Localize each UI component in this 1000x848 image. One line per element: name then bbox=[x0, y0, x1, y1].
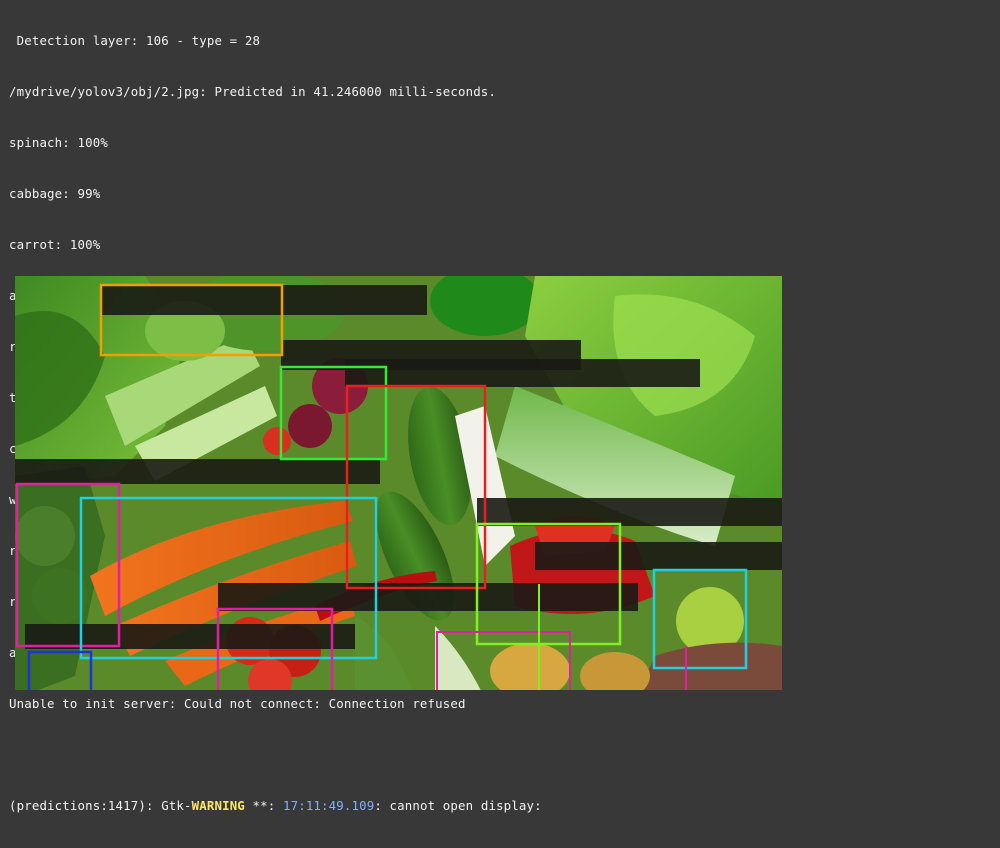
detection-result-image bbox=[15, 276, 782, 699]
label-bar bbox=[101, 285, 427, 315]
console-line-detection-layer: Detection layer: 106 - type = 28 bbox=[9, 33, 261, 48]
warning-prefix: (predictions:1417): Gtk- bbox=[9, 798, 192, 813]
tomato bbox=[263, 427, 291, 455]
notebook-output-area: Detection layer: 106 - type = 28 /mydriv… bbox=[0, 0, 1000, 813]
bbox-cucumber-edge bbox=[538, 584, 540, 699]
label-bar bbox=[535, 542, 782, 570]
detection-line: spinach: 100% bbox=[9, 135, 108, 150]
broccoli-floret bbox=[32, 568, 88, 624]
output-bottom-edge bbox=[0, 690, 1000, 699]
red-onion bbox=[288, 404, 332, 448]
broccoli-floret bbox=[15, 506, 75, 566]
warning-stars: **: bbox=[244, 798, 283, 813]
vegetables-photo bbox=[15, 276, 782, 699]
console-line-gtk-warning: (predictions:1417): Gtk-WARNING **: 17:1… bbox=[9, 797, 989, 814]
detection-line: cabbage: 99% bbox=[9, 186, 101, 201]
label-bar bbox=[15, 459, 380, 484]
warning-time: 17:11:49.109 bbox=[282, 798, 375, 813]
warning-level: WARNING bbox=[191, 798, 245, 813]
detection-line: carrot: 100% bbox=[9, 237, 101, 252]
warning-message: : cannot open display: bbox=[374, 798, 542, 813]
label-bar bbox=[477, 498, 782, 526]
label-bar bbox=[345, 359, 700, 387]
console-line-predicted: /mydrive/yolov3/obj/2.jpg: Predicted in … bbox=[9, 84, 497, 99]
